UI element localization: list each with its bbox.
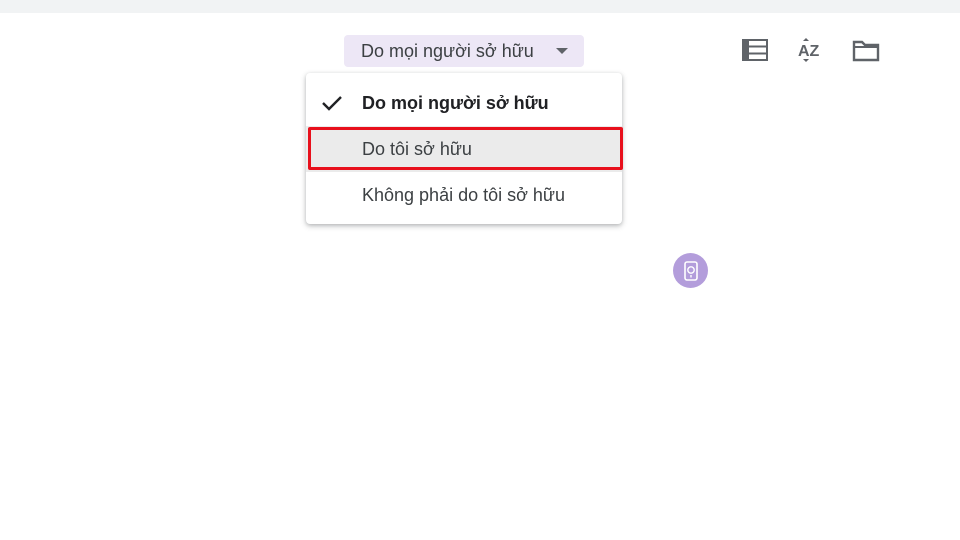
menu-item-label: Do mọi người sở hữu [362,93,549,113]
check-icon [321,94,343,117]
floating-assistant-icon[interactable] [673,253,708,288]
menu-item-owned-by-anyone[interactable]: Do mọi người sở hữu [306,80,622,126]
dropdown-caret-icon [556,48,568,54]
sort-az-icon[interactable]: AZ [794,34,826,66]
top-bar-strip [0,0,960,13]
sort-az-label: AZ [798,43,820,60]
owner-filter-menu: Do mọi người sở hữu Do tôi sở hữu Không … [306,73,622,224]
owner-filter-label: Do mọi người sở hữu [361,40,534,61]
folder-icon[interactable] [850,34,882,66]
menu-item-owned-by-me[interactable]: Do tôi sở hữu [306,126,622,172]
list-view-icon[interactable] [739,34,771,66]
menu-item-label: Do tôi sở hữu [362,139,472,159]
menu-item-label: Không phải do tôi sở hữu [362,185,565,205]
owner-filter-dropdown[interactable]: Do mọi người sở hữu [344,35,584,67]
menu-item-not-owned-by-me[interactable]: Không phải do tôi sở hữu [306,172,622,218]
